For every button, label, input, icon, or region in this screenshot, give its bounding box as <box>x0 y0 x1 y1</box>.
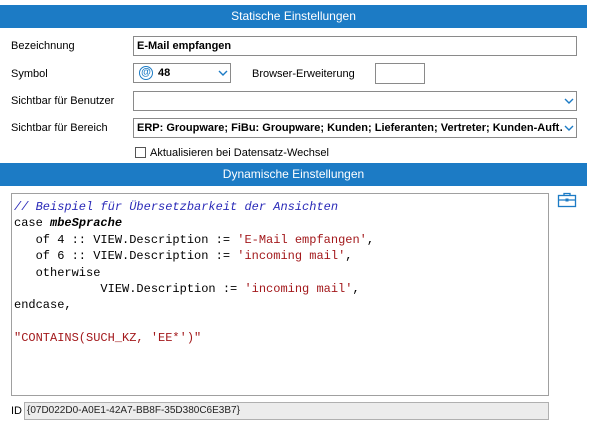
dynamic-settings-header: Dynamische Einstellungen <box>0 163 587 186</box>
code-text: otherwise <box>14 265 101 280</box>
symbol-label: Symbol <box>11 68 48 80</box>
bezeichnung-label: Bezeichnung <box>11 40 75 52</box>
visible-for-area-select[interactable]: ERP: Groupware; FiBu: Groupware; Kunden;… <box>133 118 577 138</box>
chevron-down-icon <box>218 70 228 78</box>
chevron-down-icon <box>564 125 574 133</box>
visible-for-user-label: Sichtbar für Benutzer <box>11 95 115 107</box>
visible-for-area-value: ERP: Groupware; FiBu: Groupware; Kunden;… <box>137 122 571 134</box>
visible-for-user-select[interactable] <box>133 91 577 111</box>
id-label: ID <box>11 405 22 417</box>
code-keyword: case <box>14 216 51 231</box>
code-editor[interactable]: // Beispiel für Übersetzbarkeit der Ansi… <box>11 193 549 396</box>
code-variable: mbeSprache <box>50 216 123 231</box>
code-text: endcase, <box>14 298 72 313</box>
code-text: , <box>352 282 360 297</box>
code-comment-line: // Beispiel für Übersetzbarkeit der Ansi… <box>14 200 339 214</box>
static-settings-header: Statische Einstellungen <box>0 5 587 28</box>
code-text: , <box>345 249 353 264</box>
bezeichnung-input[interactable]: E-Mail empfangen <box>133 36 577 56</box>
code-string: "CONTAINS(SUCH_KZ, 'EE*')" <box>14 331 202 346</box>
code-text: of 6 :: VIEW.Description := <box>14 249 238 264</box>
toolbox-button[interactable] <box>557 191 577 209</box>
at-sign-icon: @ <box>139 66 153 80</box>
code-text: , <box>366 232 375 247</box>
refresh-on-record-change-label: Aktualisieren bei Datensatz-Wechsel <box>150 147 329 159</box>
browser-extension-input[interactable] <box>375 63 425 84</box>
browser-extension-label: Browser-Erweiterung <box>252 68 355 80</box>
toolbox-icon <box>557 192 577 208</box>
code-string: 'incoming mail' <box>244 282 353 297</box>
code-text: VIEW.Description := <box>14 282 245 297</box>
visible-for-area-label: Sichtbar für Bereich <box>11 122 108 134</box>
code-string: 'incoming mail' <box>237 249 346 264</box>
id-field: {07D022D0-A0E1-42A7-BB8F-35D380C6E3B7} <box>24 402 549 420</box>
refresh-on-record-change-checkbox[interactable] <box>135 147 146 158</box>
symbol-value: 48 <box>158 67 171 79</box>
symbol-select[interactable]: @ 48 <box>133 63 231 83</box>
code-text: of 4 :: VIEW.Description := <box>14 232 238 247</box>
chevron-down-icon <box>564 98 574 106</box>
code-string: 'E-Mail empfangen' <box>237 232 367 247</box>
